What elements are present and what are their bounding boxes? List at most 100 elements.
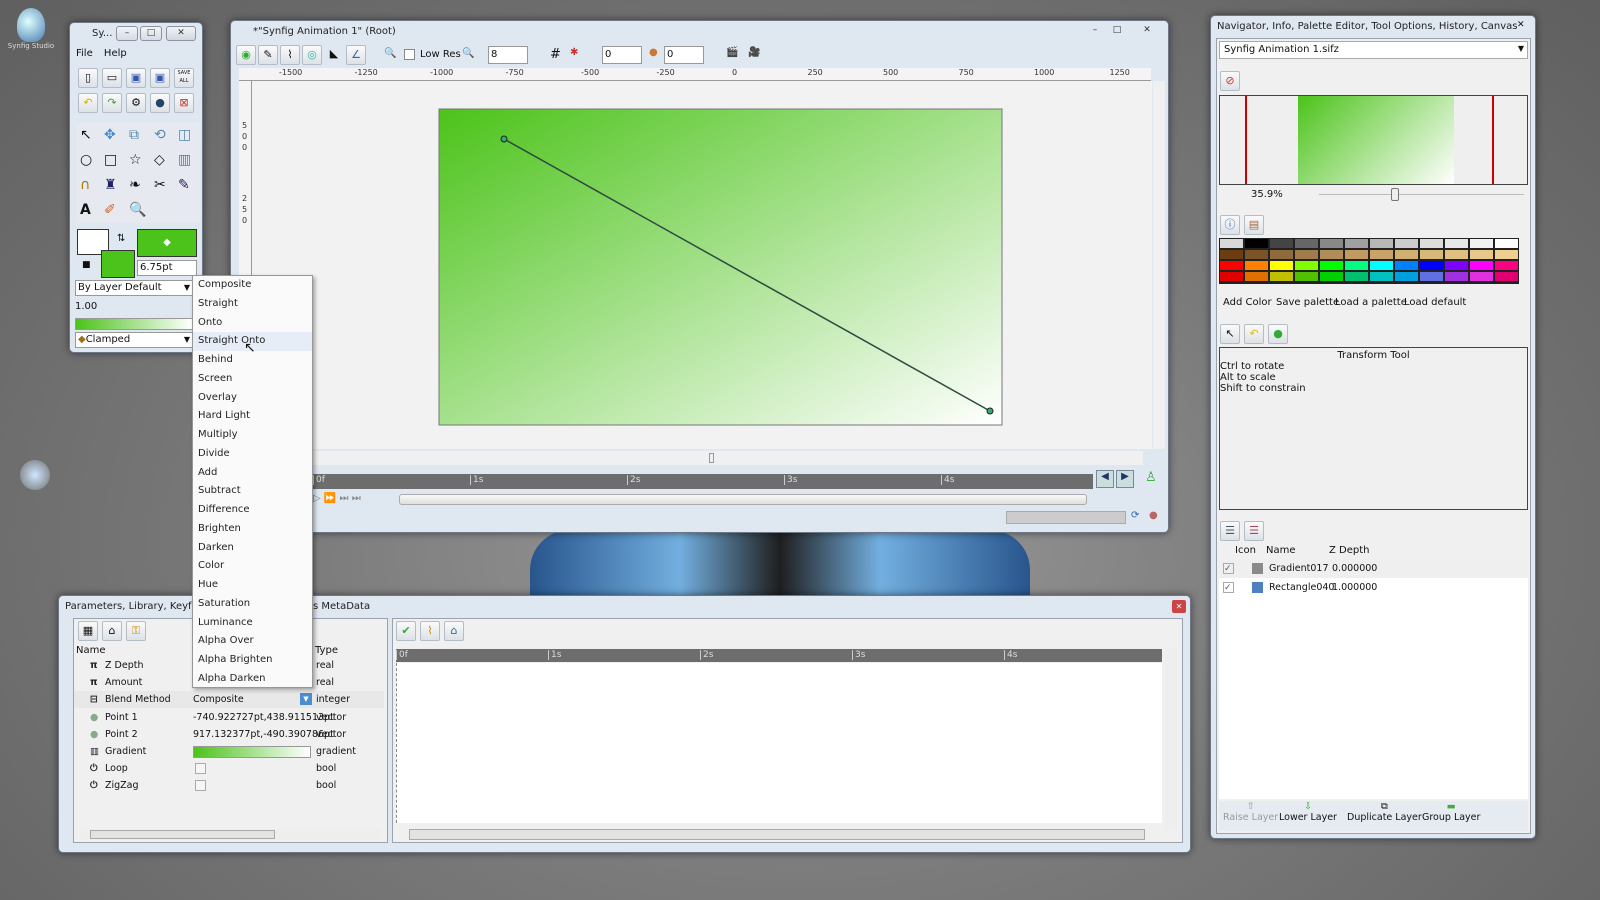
palette-swatch[interactable]	[1320, 261, 1343, 270]
layer-row[interactable]: ✓ Rectangle040 1.000000	[1219, 578, 1528, 597]
palette-swatch[interactable]	[1345, 239, 1368, 248]
palette-swatch[interactable]	[1445, 250, 1468, 259]
canvas-browser-tab-icon[interactable]: ●	[1268, 324, 1288, 344]
palette-swatch[interactable]	[1295, 250, 1318, 259]
menu-item-add[interactable]: Add	[193, 464, 312, 483]
new-file-button[interactable]: ▯	[78, 68, 98, 88]
grid-icon[interactable]: #	[550, 47, 561, 62]
maximize-button[interactable]: □	[1106, 24, 1128, 39]
param-value[interactable]: Composite	[193, 691, 244, 708]
menu-help[interactable]: Help	[104, 48, 127, 59]
minimize-button[interactable]: –	[1084, 24, 1106, 39]
zdepth-column-header[interactable]: Z Depth	[1329, 545, 1370, 556]
param-checkbox[interactable]	[195, 763, 206, 775]
low-res-checkbox[interactable]	[404, 49, 415, 60]
menu-item-straight[interactable]: Straight	[193, 295, 312, 314]
palette-swatch[interactable]	[1470, 272, 1493, 281]
redo-button[interactable]: ↷	[102, 93, 122, 113]
save-all-button[interactable]: SAVE ALL	[174, 68, 194, 88]
palette-swatch[interactable]	[1495, 272, 1518, 281]
param-row[interactable]: ⏻ ZigZag bool	[74, 777, 384, 794]
canvas-select[interactable]: Synfig Animation 1.sifz ▼	[1219, 41, 1528, 59]
timetrack-hscrollbar[interactable]	[409, 829, 1145, 840]
params-hscrollbar[interactable]	[80, 829, 380, 840]
menu-item-alpha-darken[interactable]: Alpha Darken	[193, 670, 312, 689]
setup-button[interactable]: ⚙	[126, 93, 146, 113]
vertical-scrollbar[interactable]	[1153, 81, 1165, 449]
zoom-tool-icon[interactable]: 🔍	[129, 198, 146, 223]
param-row[interactable]: ▥ Gradient gradient	[74, 743, 384, 760]
layer-row[interactable]: ✓ Gradient017 0.000000	[1219, 559, 1528, 578]
add-color-button[interactable]: Add Color	[1223, 297, 1272, 308]
palette-swatch[interactable]	[1245, 261, 1268, 270]
param-checkbox[interactable]	[195, 780, 206, 792]
preview-icon[interactable]: 🎥	[748, 47, 760, 58]
chevron-down-icon[interactable]: ▼	[300, 693, 312, 706]
palette-swatch[interactable]	[1345, 261, 1368, 270]
refresh-icon[interactable]: ⟳	[1131, 510, 1139, 521]
palette-tab-icon[interactable]: ▤	[1244, 215, 1264, 235]
palette-swatch[interactable]	[1220, 250, 1243, 259]
text-tool-icon[interactable]: A	[80, 198, 91, 223]
show-bline-button[interactable]: ⌇	[280, 45, 300, 65]
star-tool-icon[interactable]: ☆	[129, 148, 142, 173]
next-frame-icon[interactable]: ⏭	[340, 493, 349, 504]
palette-swatch[interactable]	[1445, 261, 1468, 270]
gradient-layer[interactable]	[438, 108, 1003, 426]
draw-tool-icon[interactable]: ❧	[129, 173, 141, 198]
horizontal-scrollbar[interactable]	[313, 451, 1143, 465]
palette-swatch[interactable]	[1270, 272, 1293, 281]
menu-item-composite[interactable]: Composite	[193, 276, 312, 295]
menu-item-onto[interactable]: Onto	[193, 314, 312, 333]
open-file-button[interactable]: ▭	[102, 68, 122, 88]
menu-item-brighten[interactable]: Brighten	[193, 520, 312, 539]
layer-name[interactable]: Rectangle040	[1269, 578, 1334, 597]
param-gradient-value[interactable]	[193, 746, 311, 758]
palette-swatch[interactable]	[1220, 261, 1243, 270]
spline-tool-icon[interactable]: ∩	[80, 173, 90, 198]
default-colors-icon[interactable]: ■	[82, 260, 91, 270]
rotate-tool-icon[interactable]: ⟲	[154, 123, 166, 148]
timetrack-icon[interactable]: ⌂	[444, 621, 464, 641]
stop-render-icon[interactable]: ●	[1149, 510, 1158, 521]
palette-swatch[interactable]	[1270, 239, 1293, 248]
palette-swatch[interactable]	[1320, 272, 1343, 281]
palette-swatch[interactable]	[1470, 239, 1493, 248]
library-tab-icon[interactable]: ⌂	[102, 621, 122, 641]
palette-swatch[interactable]	[1495, 239, 1518, 248]
quit-button[interactable]: ⊠	[174, 93, 194, 113]
palette-swatch[interactable]	[1470, 250, 1493, 259]
show-width-button[interactable]: ◎	[302, 45, 322, 65]
palette-swatch[interactable]	[1445, 239, 1468, 248]
rectangle-tool-icon[interactable]: □	[104, 148, 117, 173]
menu-item-darken[interactable]: Darken	[193, 539, 312, 558]
raise-layer-button[interactable]: ⇧ Raise Layer	[1223, 801, 1278, 823]
mirror-tool-icon[interactable]: ◫	[178, 123, 191, 148]
history-tab-icon[interactable]: ↶	[1244, 324, 1264, 344]
close-button[interactable]: ✕	[1136, 24, 1158, 39]
opacity-slider[interactable]: 1.00	[75, 300, 193, 314]
keyframe-lock-icon[interactable]: ✔	[396, 621, 416, 641]
smooth-move-tool-icon[interactable]: ✥	[104, 123, 116, 148]
palette-swatch[interactable]	[1420, 261, 1443, 270]
icon-column-header[interactable]: Icon	[1235, 545, 1256, 556]
palette-swatch[interactable]	[1395, 272, 1418, 281]
keyframes-tab-icon[interactable]: ⚿	[126, 621, 146, 641]
palette-swatch[interactable]	[1245, 272, 1268, 281]
time-ruler[interactable]: 0f 1s 2s 3s 4s	[313, 474, 1093, 489]
onion-future-field[interactable]: 0	[664, 46, 704, 64]
gradient-tool-icon[interactable]: ▥	[178, 148, 191, 173]
layer-name[interactable]: Gradient017	[1269, 559, 1328, 578]
palette-swatch[interactable]	[1220, 239, 1243, 248]
desktop-icon[interactable]: Synfig Studio	[4, 8, 58, 63]
palette-swatch[interactable]	[1295, 272, 1318, 281]
about-button[interactable]: ●	[150, 93, 170, 113]
menu-item-saturation[interactable]: Saturation	[193, 595, 312, 614]
palette-swatch[interactable]	[1370, 272, 1393, 281]
snap-grid-icon[interactable]: ✱	[570, 47, 578, 58]
palette-swatch[interactable]	[1395, 239, 1418, 248]
eyedropper-tool-icon[interactable]: ✎	[178, 173, 190, 198]
save-as-button[interactable]: ▣	[150, 68, 170, 88]
zoom-out-icon[interactable]: 🔍	[384, 48, 396, 59]
palette-swatch[interactable]	[1245, 239, 1268, 248]
